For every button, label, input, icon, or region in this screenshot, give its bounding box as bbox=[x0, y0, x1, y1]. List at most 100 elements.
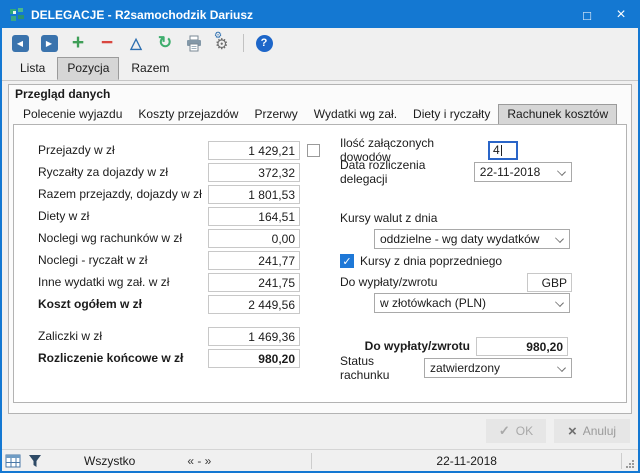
field-label: Inne wydatki wg zał. w zł bbox=[38, 275, 170, 289]
noclegi-rachunki-field[interactable]: 0,00 bbox=[208, 228, 300, 248]
field-label: Noclegi - ryczałt w zł bbox=[38, 253, 148, 267]
plus-icon: + bbox=[71, 31, 85, 54]
rachunek-kosztow-page: Przejazdy w zł 1 429,21 Ryczałty za doja… bbox=[13, 124, 627, 403]
cost-row-diety: Diety w zł 164,51 bbox=[38, 205, 320, 227]
settings-button[interactable]: ⚙ ⚙ bbox=[213, 30, 233, 53]
ok-button[interactable]: ✓ OK bbox=[486, 419, 546, 443]
status-row: Status rachunku zatwierdzony bbox=[340, 354, 572, 382]
cost-row-rozliczenie-koncowe: Rozliczenie końcowe w zł 980,20 bbox=[38, 347, 320, 369]
cost-row-razem-przejazdy: Razem przejazdy, dojazdy w zł 1 801,53 bbox=[38, 183, 320, 205]
tab-diety-i-ryczalty[interactable]: Diety i ryczałty bbox=[405, 105, 498, 124]
field-label: Diety w zł bbox=[38, 209, 90, 223]
cancel-button[interactable]: × Anuluj bbox=[554, 419, 630, 443]
prev-record-button[interactable]: ◀ bbox=[10, 33, 30, 53]
prev-day-rates-checkbox[interactable]: ✓ bbox=[340, 254, 354, 268]
tab-razem[interactable]: Razem bbox=[121, 57, 179, 80]
field-label: Koszt ogółem w zł bbox=[38, 297, 143, 311]
cost-row-noclegi-rachunki: Noclegi wg rachunków w zł 0,00 bbox=[38, 227, 320, 249]
field-label: Do wypłaty/zwrotu bbox=[340, 275, 438, 289]
tab-koszty-przejazdow[interactable]: Koszty przejazdów bbox=[130, 105, 246, 124]
noclegi-ryczalt-field[interactable]: 241,77 bbox=[208, 250, 300, 270]
field-label: Zaliczki w zł bbox=[38, 329, 103, 343]
tab-przerwy[interactable]: Przerwy bbox=[246, 105, 305, 124]
cost-row-koszt-ogolem: Koszt ogółem w zł 2 449,56 bbox=[38, 293, 320, 315]
text-caret bbox=[500, 144, 502, 156]
cost-row-zaliczki: Zaliczki w zł 1 469,36 bbox=[38, 325, 320, 347]
main-panel: Przegląd danych Polecenie wyjazdu Koszty… bbox=[2, 80, 638, 449]
statusbar-date: 22-11-2018 bbox=[436, 453, 497, 468]
settle-date-row: Data rozliczenia delegacji 22-11-2018 bbox=[340, 158, 572, 186]
edit-button[interactable]: △ bbox=[126, 33, 146, 53]
field-label: Przejazdy w zł bbox=[38, 143, 115, 157]
close-button[interactable]: × bbox=[604, 2, 638, 28]
delete-button[interactable]: − bbox=[97, 31, 117, 54]
cost-row-przejazdy: Przejazdy w zł 1 429,21 bbox=[38, 139, 320, 161]
payout-total-field[interactable]: 980,20 bbox=[476, 336, 568, 356]
record-range-text: « - » bbox=[187, 453, 212, 468]
triangle-icon: △ bbox=[130, 35, 142, 52]
payout-currency-field[interactable]: GBP bbox=[527, 272, 572, 292]
ryczalty-field[interactable]: 372,32 bbox=[208, 162, 300, 182]
field-label: Noclegi wg rachunków w zł bbox=[38, 231, 183, 245]
tab-rachunek-kosztow[interactable]: Rachunek kosztów bbox=[498, 104, 618, 124]
chevron-down-icon bbox=[555, 234, 564, 243]
tab-wydatki-wg-zal[interactable]: Wydatki wg zał. bbox=[306, 105, 405, 124]
field-label: Kursy walut z dnia bbox=[340, 211, 438, 225]
maximize-button[interactable]: □ bbox=[570, 2, 604, 28]
field-label: Status rachunku bbox=[340, 354, 390, 382]
inne-wydatki-field[interactable]: 241,75 bbox=[208, 272, 300, 292]
inner-tab-strip: Polecenie wyjazdu Koszty przejazdów Prze… bbox=[13, 104, 627, 124]
przejazdy-checkbox[interactable] bbox=[307, 143, 320, 157]
next-record-button[interactable]: ▶ bbox=[39, 33, 59, 53]
refresh-button[interactable]: ↻ bbox=[155, 33, 175, 53]
diety-field[interactable]: 164,51 bbox=[208, 206, 300, 226]
attachments-input[interactable]: 4 bbox=[488, 140, 518, 160]
x-icon: × bbox=[567, 422, 577, 440]
status-dropdown[interactable]: zatwierdzony bbox=[424, 358, 572, 378]
data-overview-group: Przegląd danych Polecenie wyjazdu Koszty… bbox=[8, 84, 632, 414]
window-title: DELEGACJE - R2samochodzik Dariusz bbox=[31, 8, 254, 22]
check-icon: ✓ bbox=[498, 423, 510, 438]
przejazdy-field[interactable]: 1 429,21 bbox=[208, 140, 300, 160]
toolbar: ◀ ▶ + − △ ↻ ⚙ ⚙ ? bbox=[2, 28, 638, 58]
minus-icon: − bbox=[100, 31, 114, 54]
payout-mode-dropdown[interactable]: w złotówkach (PLN) bbox=[374, 293, 570, 313]
cost-row-inne-wydatki: Inne wydatki wg zał. w zł 241,75 bbox=[38, 271, 320, 293]
field-label: Do wypłaty/zwrotu bbox=[364, 339, 470, 353]
app-window: DELEGACJE - R2samochodzik Dariusz □ × ◀ … bbox=[0, 0, 640, 473]
help-button[interactable]: ? bbox=[254, 33, 274, 53]
filter-button[interactable] bbox=[24, 450, 46, 472]
tab-pozycja[interactable]: Pozycja bbox=[57, 57, 120, 80]
field-label: Razem przejazdy, dojazdy w zł bbox=[38, 187, 202, 201]
zaliczki-field[interactable]: 1 469,36 bbox=[208, 326, 300, 346]
rates-dropdown[interactable]: oddzielne - wg daty wydatków bbox=[374, 229, 570, 249]
razem-przejazdy-field[interactable]: 1 801,53 bbox=[208, 184, 300, 204]
details-column: Ilość załączonych dowodów 4 Data rozlicz… bbox=[340, 136, 572, 382]
table-icon bbox=[5, 454, 21, 467]
add-button[interactable]: + bbox=[68, 31, 88, 54]
settle-date-dropdown[interactable]: 22-11-2018 bbox=[473, 162, 572, 182]
tab-polecenie-wyjazdu[interactable]: Polecenie wyjazdu bbox=[15, 105, 130, 124]
refresh-icon: ↻ bbox=[157, 33, 173, 52]
prev-day-rates-row: ✓ Kursy z dnia poprzedniego bbox=[340, 251, 572, 271]
field-label: Rozliczenie końcowe w zł bbox=[38, 351, 184, 365]
chevron-down-icon bbox=[557, 363, 566, 372]
print-button[interactable] bbox=[184, 33, 204, 53]
tab-lista[interactable]: Lista bbox=[10, 57, 55, 80]
group-title: Przegląd danych bbox=[15, 87, 111, 101]
grid-view-button[interactable] bbox=[2, 450, 24, 472]
filter-status-text: Wszystko bbox=[84, 453, 136, 468]
checkbox-label: Kursy z dnia poprzedniego bbox=[360, 254, 503, 268]
rozliczenie-koncowe-field[interactable]: 980,20 bbox=[208, 348, 300, 368]
printer-icon bbox=[187, 35, 201, 51]
cost-row-noclegi-ryczalt: Noclegi - ryczałt w zł 241,77 bbox=[38, 249, 320, 271]
koszt-ogolem-field[interactable]: 2 449,56 bbox=[208, 294, 300, 314]
costs-column: Przejazdy w zł 1 429,21 Ryczałty za doja… bbox=[38, 139, 320, 369]
chevron-down-icon bbox=[555, 298, 564, 307]
status-bar: Wszystko « - » 22-11-2018 bbox=[2, 449, 638, 471]
rates-label-row: Kursy walut z dnia bbox=[340, 207, 572, 229]
resize-grip[interactable] bbox=[622, 450, 638, 472]
